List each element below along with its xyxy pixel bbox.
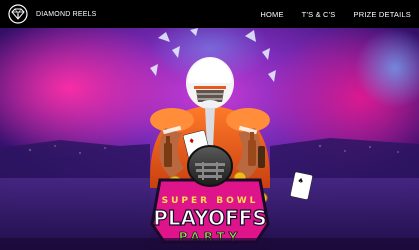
logo-super-bowl-text: SUPER BOWL bbox=[162, 196, 259, 206]
hero-banner: ♦ ♠ SUPER BOWL PLAYOFFS PARTY bbox=[0, 28, 419, 250]
top-navigation-bar: DIAMOND REELS HOME T'S & C'S PRIZE DETAI… bbox=[0, 0, 419, 28]
page: DIAMOND REELS HOME T'S & C'S PRIZE DETAI… bbox=[0, 0, 419, 250]
logo-playoffs-text: PLAYOFFS bbox=[153, 206, 266, 230]
nav-terms-link[interactable]: T'S & C'S bbox=[302, 10, 336, 19]
nav-home-link[interactable]: HOME bbox=[260, 10, 283, 19]
nav-prize-details-link[interactable]: PRIZE DETAILS bbox=[354, 10, 411, 19]
main-nav: HOME T'S & C'S PRIZE DETAILS bbox=[260, 0, 411, 28]
brand-name: DIAMOND REELS bbox=[36, 10, 97, 18]
brand[interactable]: DIAMOND REELS bbox=[6, 4, 97, 24]
diamond-icon bbox=[6, 4, 30, 24]
